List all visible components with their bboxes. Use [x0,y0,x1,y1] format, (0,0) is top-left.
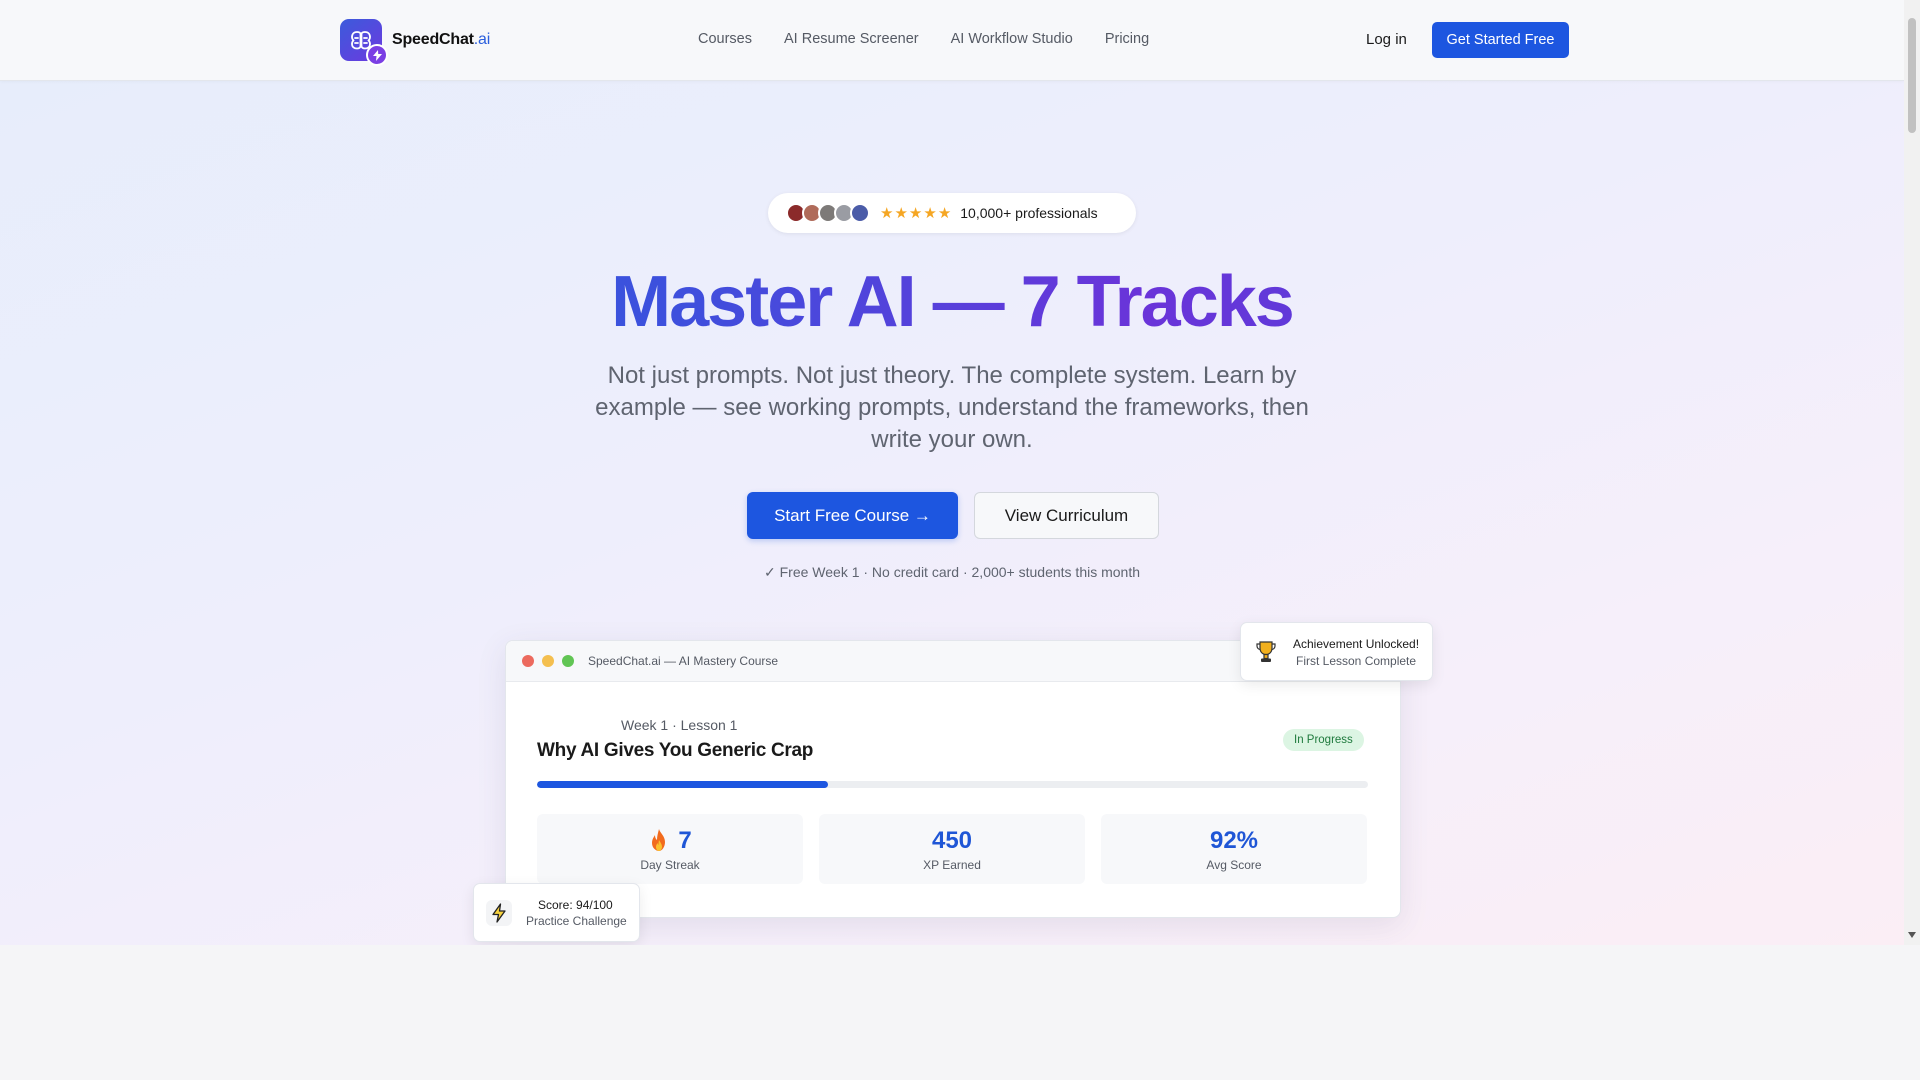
star-icon: ★ [923,205,937,222]
minimize-dot-icon [542,655,554,667]
logo-suffix: .ai [473,31,491,48]
stat-day-streak: 7 Day Streak [537,814,803,884]
window-title: SpeedChat.ai — AI Mastery Course [588,654,779,668]
page-viewport: SpeedChat.ai Courses AI Resume Screener … [0,0,1904,945]
avatar [850,203,870,223]
achievement-toast: Achievement Unlocked! First Lesson Compl… [1240,622,1433,681]
star-icon: ★ [880,205,894,222]
scroll-down-arrow-icon[interactable] [1908,932,1916,938]
nav-link-workflow-studio[interactable]: AI Workflow Studio [951,31,1073,47]
social-proof-pill: ★ ★ ★ ★ ★ 10,000+ professionals [768,193,1136,233]
hero-title: Master AI — 7 Tracks [0,262,1904,342]
avatar-group [786,203,870,223]
logo[interactable]: SpeedChat.ai [340,19,490,66]
lightning-badge-icon [366,44,388,66]
lesson-progress-bar [537,781,1368,788]
hero-subtitle: Not just prompts. Not just theory. The c… [595,362,1309,453]
stat-value-row: 7 [537,827,803,855]
achievement-title: Achievement Unlocked! [1293,637,1420,651]
logo-text: SpeedChat.ai [392,31,490,49]
course-preview-window: SpeedChat.ai — AI Mastery Course Week 1 … [505,640,1401,918]
lesson-title: Why AI Gives You Generic Crap [537,740,814,761]
login-link[interactable]: Log in [1366,31,1407,48]
get-started-button[interactable]: Get Started Free [1432,22,1569,58]
progress-fill [537,781,828,788]
stat-avg-score: 92% Avg Score [1101,814,1367,884]
logo-name: SpeedChat [392,31,474,48]
lesson-meta: Week 1 · Lesson 1 [621,717,738,733]
stat-xp-earned: 450 XP Earned [819,814,1085,884]
status-badge: In Progress [1283,729,1364,751]
main-nav: Courses AI Resume Screener AI Workflow S… [698,31,1181,47]
nav-link-pricing[interactable]: Pricing [1105,31,1149,47]
score-subtitle: Practice Challenge [526,914,627,928]
stat-label: XP Earned [923,858,981,872]
nav-link-resume-screener[interactable]: AI Resume Screener [784,31,919,47]
social-proof-text: 10,000+ professionals [960,205,1098,221]
stat-value: 450 [931,827,973,854]
stat-value: 92% [1209,827,1259,854]
star-icon: ★ [937,205,952,222]
nav-link-courses[interactable]: Courses [698,31,752,47]
below-viewport-area [0,945,1920,1080]
brain-icon [340,19,388,66]
flame-icon [652,829,666,851]
lightning-icon [486,900,512,926]
star-icon: ★ [908,205,923,222]
trophy-icon [1256,641,1276,662]
close-dot-icon [522,655,534,667]
stat-label: Avg Score [1206,858,1262,872]
fine-print: ✓ Free Week 1 · No credit card · 2,000+ … [763,564,1141,580]
vertical-scrollbar[interactable] [1904,0,1920,945]
start-free-course-button[interactable]: Start Free Course → [747,492,958,539]
star-icon: ★ [894,205,908,222]
achievement-subtitle: First Lesson Complete [1296,654,1417,668]
top-navbar: SpeedChat.ai Courses AI Resume Screener … [0,0,1904,81]
stat-label: Day Streak [640,858,700,872]
maximize-dot-icon [562,655,574,667]
view-curriculum-button[interactable]: View Curriculum [974,492,1159,539]
rating-stars: ★ ★ ★ ★ ★ [880,204,952,222]
scrollbar-thumb[interactable] [1908,18,1916,133]
stat-value: 7 [678,827,692,854]
score-toast: Score: 94/100 Practice Challenge [473,883,640,942]
score-title: Score: 94/100 [538,898,613,912]
